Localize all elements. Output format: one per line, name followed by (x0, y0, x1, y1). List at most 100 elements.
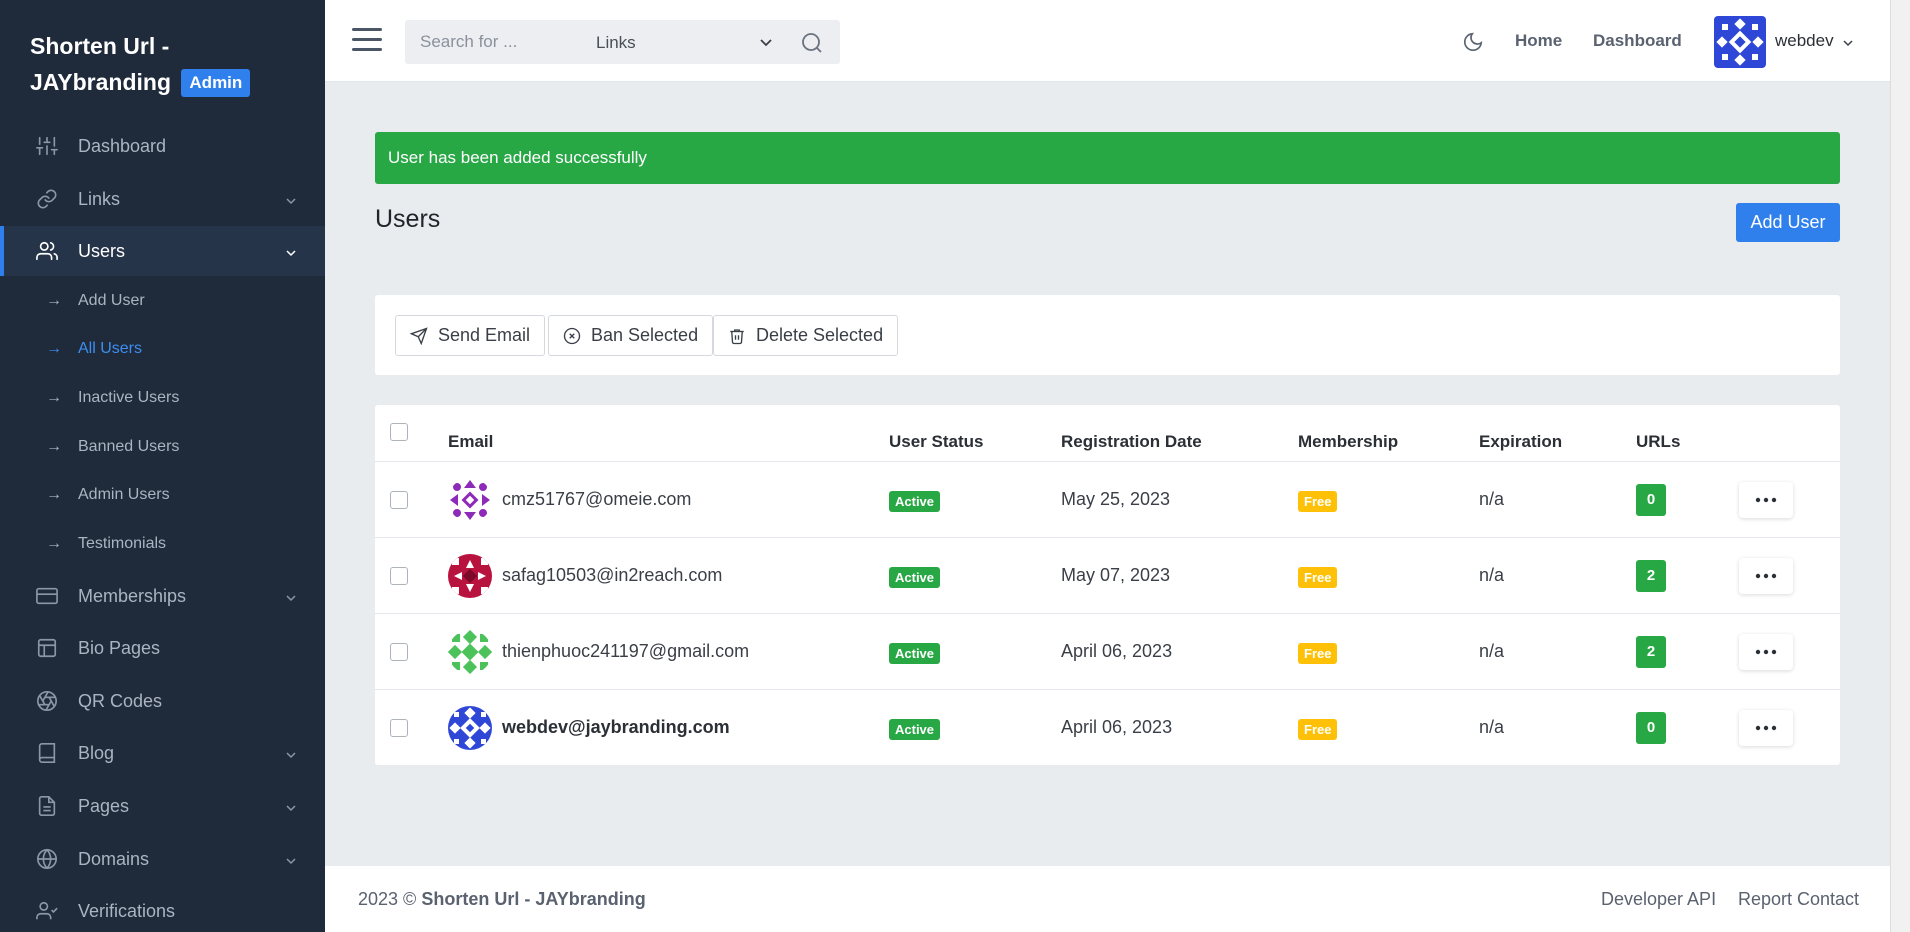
footer: 2023 © Shorten Url - JAYbranding Develop… (325, 866, 1890, 932)
row-checkbox[interactable] (390, 643, 408, 661)
brand-title-line1: Shorten Url - (30, 33, 170, 59)
select-all-checkbox[interactable] (390, 423, 408, 441)
link-icon (34, 186, 60, 212)
footer-link-report[interactable]: Report (1738, 889, 1792, 910)
users-table: Email User Status Registration Date Memb… (375, 405, 1840, 765)
send-email-label: Send Email (438, 325, 531, 345)
copyright-year: 2023 © (358, 889, 417, 909)
chevron-down-icon[interactable] (1843, 35, 1853, 53)
expiration: n/a (1479, 489, 1505, 509)
sidebar-item-label: Blog (78, 742, 115, 763)
book-icon (34, 740, 60, 766)
nav-link-home[interactable]: Home (1515, 31, 1562, 51)
column-header-urls[interactable]: URLs (1636, 432, 1680, 452)
avatar[interactable] (1714, 16, 1766, 68)
delete-selected-button[interactable]: Delete Selected (713, 315, 899, 356)
column-header-membership[interactable]: Membership (1298, 432, 1398, 452)
row-checkbox[interactable] (390, 719, 408, 737)
sidebar-subitem-testimonials[interactable]: → Testimonials (0, 524, 325, 564)
sidebar-item-label: Domains (78, 848, 150, 869)
avatar (448, 478, 492, 522)
more-options-button[interactable] (1739, 558, 1793, 594)
search-bar: Search for ... Links (405, 20, 840, 64)
send-email-button[interactable]: Send Email (395, 315, 546, 356)
sidebar-item-qr-codes[interactable]: QR Codes (0, 676, 325, 726)
sidebar-item-label: Users (78, 240, 126, 261)
bulk-actions-card: Send Email Ban Selected Delete Selected (375, 295, 1840, 375)
membership-badge: Free (1298, 643, 1338, 664)
sidebar-item-domains[interactable]: Domains (0, 834, 325, 884)
table-row[interactable]: webdev@jaybranding.com Active April 06, … (375, 690, 1840, 766)
aperture-icon (34, 688, 60, 714)
sidebar-item-links[interactable]: Links (0, 174, 325, 224)
more-options-button[interactable] (1739, 710, 1793, 746)
column-header-email[interactable]: Email (448, 432, 493, 452)
arrow-right-icon: → (46, 389, 62, 406)
brand[interactable]: Shorten Url - JAYbranding Admin (0, 0, 325, 128)
sidebar-item-label: Verifications (78, 900, 176, 921)
status-badge: Active (889, 491, 941, 512)
search-scope-select[interactable]: Links (596, 33, 636, 53)
sidebar-item-bio-pages[interactable]: Bio Pages (0, 623, 325, 673)
user-email[interactable]: safag10503@in2reach.com (502, 565, 722, 586)
sidebar-item-label: Memberships (78, 585, 187, 606)
sidebar-item-blog[interactable]: Blog (0, 728, 325, 778)
arrow-right-icon: → (46, 438, 62, 455)
chevron-down-icon (285, 588, 297, 609)
admin-badge: Admin (181, 69, 251, 97)
chevron-down-icon (285, 851, 297, 872)
sidebar-item-verifications[interactable]: Verifications (0, 886, 325, 932)
chevron-down-icon[interactable] (758, 34, 774, 55)
credit-card-icon (34, 583, 60, 609)
sidebar-subitem-banned-users[interactable]: → Banned Users (0, 427, 325, 467)
hamburger-menu-icon[interactable] (352, 28, 382, 54)
sidebar-subitem-all-users[interactable]: → All Users (0, 329, 325, 369)
layout-icon (34, 635, 60, 661)
arrow-right-icon: → (46, 292, 62, 309)
table-row[interactable]: thienphuoc241197@gmail.com Active April … (375, 614, 1840, 690)
send-icon (410, 326, 428, 345)
table-row[interactable]: cmz51767@omeie.com Active May 25, 2023 F… (375, 462, 1840, 538)
user-email[interactable]: webdev@jaybranding.com (502, 717, 730, 738)
row-checkbox[interactable] (390, 567, 408, 585)
registration-date: May 25, 2023 (1061, 489, 1171, 509)
sidebar-subitem-add-user[interactable]: → Add User (0, 281, 325, 321)
sidebar-item-dashboard[interactable]: Dashboard (0, 121, 325, 171)
footer-link-developer-api[interactable]: Developer API (1601, 889, 1716, 910)
column-header-expiration[interactable]: Expiration (1479, 432, 1562, 452)
registration-date: April 06, 2023 (1061, 641, 1173, 661)
expiration: n/a (1479, 717, 1505, 737)
sidebar-item-label: QR Codes (78, 690, 163, 711)
search-icon[interactable] (800, 31, 824, 60)
sidebar-subitem-admin-users[interactable]: → Admin Users (0, 475, 325, 515)
moon-icon[interactable] (1462, 31, 1484, 58)
table-row[interactable]: safag10503@in2reach.com Active May 07, 2… (375, 538, 1840, 614)
urls-count: 0 (1636, 484, 1666, 516)
scrollbar[interactable] (1890, 0, 1910, 932)
sidebar-subitem-label: Testimonials (78, 535, 167, 552)
more-options-button[interactable] (1739, 482, 1793, 518)
sidebar-item-label: Pages (78, 795, 130, 816)
ban-selected-button[interactable]: Ban Selected (548, 315, 714, 356)
registration-date: May 07, 2023 (1061, 565, 1171, 585)
search-input[interactable]: Search for ... (420, 32, 517, 52)
user-email[interactable]: cmz51767@omeie.com (502, 489, 691, 510)
more-options-button[interactable] (1739, 634, 1793, 670)
chevron-down-icon (285, 191, 297, 212)
success-alert: User has been added successfully (375, 132, 1840, 184)
sidebar-item-users[interactable]: Users (0, 226, 325, 276)
user-menu[interactable]: webdev (1775, 31, 1834, 51)
sidebar-subitem-inactive-users[interactable]: → Inactive Users (0, 378, 325, 418)
footer-link-contact[interactable]: Contact (1797, 889, 1859, 910)
user-email[interactable]: thienphuoc241197@gmail.com (502, 641, 749, 662)
x-circle-icon (563, 327, 581, 345)
row-checkbox[interactable] (390, 491, 408, 509)
column-header-regdate[interactable]: Registration Date (1061, 432, 1202, 452)
arrow-right-icon: → (46, 486, 62, 503)
sidebar-item-pages[interactable]: Pages (0, 781, 325, 831)
column-header-status[interactable]: User Status (889, 432, 983, 452)
chevron-down-icon (285, 243, 297, 264)
add-user-button[interactable]: Add User (1736, 203, 1840, 242)
nav-link-dashboard[interactable]: Dashboard (1593, 31, 1682, 51)
sidebar-item-memberships[interactable]: Memberships (0, 571, 325, 621)
